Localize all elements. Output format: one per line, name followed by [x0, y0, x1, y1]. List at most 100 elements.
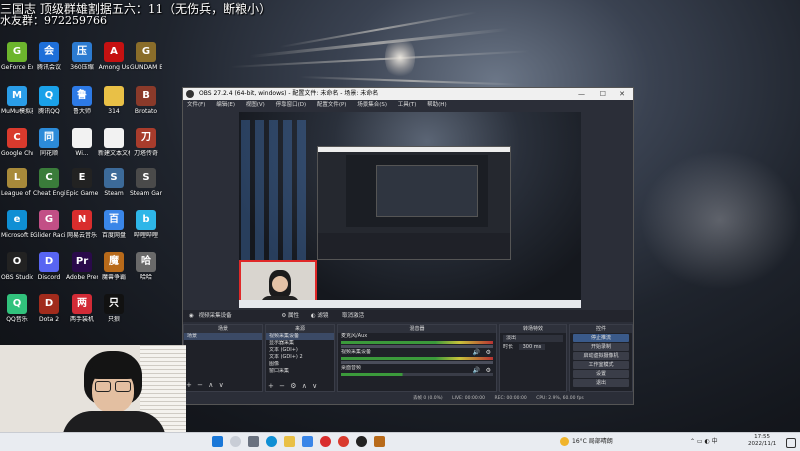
- game-icon[interactable]: [374, 436, 385, 447]
- source-item[interactable]: 文本 (GDI+): [266, 347, 334, 354]
- settings-gear-icon[interactable]: ⚙: [486, 367, 491, 374]
- volume-slider[interactable]: [341, 345, 493, 348]
- desktop-icon[interactable]: e Microsoft Edge: [1, 210, 33, 239]
- speaker-icon[interactable]: 🔊: [473, 367, 480, 374]
- desktop-icon[interactable]: L League of Legends: [1, 168, 33, 197]
- add-scene-button[interactable]: +: [186, 381, 192, 389]
- desktop-icon[interactable]: M MuMu模拟器: [1, 86, 33, 115]
- clock[interactable]: 17:55 2022/11/1: [748, 434, 776, 448]
- desktop-icon[interactable]: G Glider Racing: [33, 210, 65, 239]
- obs-icon[interactable]: [356, 436, 367, 447]
- desktop-icon[interactable]: E Epic Games: [66, 168, 98, 197]
- menu-tools[interactable]: 工具(T): [398, 102, 417, 108]
- deactivate-button[interactable]: 取消激活: [342, 313, 364, 319]
- virtual-camera-button[interactable]: 启动虚拟摄像机: [573, 352, 629, 360]
- edge-icon[interactable]: [266, 436, 277, 447]
- settings-button[interactable]: 设置: [573, 370, 629, 378]
- settings-gear-icon[interactable]: ⚙: [486, 349, 491, 356]
- menu-file[interactable]: 文件(F): [187, 102, 205, 108]
- source-toolbar: ◉ 视频采集设备 ⚙ 属性 ◐ 滤镜 取消激活: [183, 310, 633, 322]
- desktop-icon[interactable]: G GUNDAM EVOLUTION: [130, 42, 162, 71]
- volume-meter: [341, 341, 493, 344]
- obs-preview[interactable]: [239, 112, 581, 308]
- add-source-button[interactable]: +: [268, 382, 274, 390]
- file-explorer-icon[interactable]: [284, 436, 295, 447]
- start-recording-button[interactable]: 开始录制: [573, 343, 629, 351]
- desktop-icon[interactable]: 新建文本文档: [98, 128, 130, 157]
- scene-item[interactable]: 场景: [184, 333, 262, 340]
- maximize-button[interactable]: ☐: [600, 88, 606, 100]
- weather-icon[interactable]: [560, 437, 569, 446]
- tray-icons[interactable]: ⌃ ▭ ◐ 中: [690, 433, 718, 451]
- minimize-button[interactable]: —: [578, 88, 585, 100]
- move-down-icon[interactable]: ∨: [312, 382, 317, 390]
- desktop-icon[interactable]: Q 腾讯QQ: [33, 86, 65, 115]
- desktop-icon[interactable]: Pr Adobe Premiere: [66, 252, 98, 281]
- menu-edit[interactable]: 编辑(E): [216, 102, 235, 108]
- remove-scene-button[interactable]: −: [197, 381, 203, 389]
- notification-icon[interactable]: [786, 438, 796, 448]
- exit-button[interactable]: 退出: [573, 379, 629, 387]
- menu-docks[interactable]: 停靠窗口(D): [276, 102, 307, 108]
- desktop-icon[interactable]: D Discord: [33, 252, 65, 281]
- task-view-icon[interactable]: [248, 436, 259, 447]
- desktop-icon[interactable]: Q QQ音乐: [1, 294, 33, 323]
- store-icon[interactable]: [302, 436, 313, 447]
- studio-mode-button[interactable]: 工作室模式: [573, 361, 629, 369]
- close-button[interactable]: ✕: [619, 88, 625, 100]
- desktop-icon[interactable]: 两两手装机: [66, 294, 98, 323]
- transition-select[interactable]: 淡出: [503, 335, 563, 342]
- desktop-icon[interactable]: A Among Us: [98, 42, 130, 71]
- desktop-icon[interactable]: O OBS Studio: [1, 252, 33, 281]
- desktop-icon[interactable]: G GeForce Experience: [1, 42, 33, 71]
- speaker-icon[interactable]: 🔊: [473, 349, 480, 356]
- source-item[interactable]: 文本 (GDI+) 2: [266, 354, 334, 361]
- desktop-icon[interactable]: 哈哈哈: [130, 252, 162, 281]
- source-item[interactable]: 图像: [266, 361, 334, 368]
- desktop-icon[interactable]: 压 360压缩: [66, 42, 98, 71]
- menu-help[interactable]: 帮助(H): [427, 102, 446, 108]
- desktop-icon[interactable]: N 网易云音乐: [66, 210, 98, 239]
- desktop-icon[interactable]: 百百度网盘: [98, 210, 130, 239]
- desktop-icon[interactable]: C Google Chrome: [1, 128, 33, 157]
- volume-slider[interactable]: [341, 361, 493, 364]
- menu-view[interactable]: 视图(V): [246, 102, 265, 108]
- chrome-icon[interactable]: [338, 436, 349, 447]
- move-down-icon[interactable]: ∨: [219, 381, 224, 389]
- nested-obs-window: [317, 146, 511, 260]
- duration-input[interactable]: 300 ms: [518, 344, 546, 350]
- source-item[interactable]: 显示器采集: [266, 340, 334, 347]
- source-item[interactable]: 窗口采集: [266, 368, 334, 375]
- mixer-dock: 混音器 麦克风/Aux 视频采集设备 桌面音频 🔊 ⚙ 🔊 ⚙: [337, 324, 497, 392]
- desktop-icon[interactable]: 魔魔兽争霸: [98, 252, 130, 281]
- desktop-icon[interactable]: 314: [98, 86, 130, 115]
- desktop-icon[interactable]: C Cheat Engine: [33, 168, 65, 197]
- desktop-icon[interactable]: b 哔哩哔哩: [130, 210, 162, 239]
- stop-streaming-button[interactable]: 停止推流: [573, 334, 629, 342]
- desktop-icon[interactable]: S Steam: [98, 168, 130, 197]
- menu-scene-collection[interactable]: 场景集合(S): [357, 102, 387, 108]
- move-up-icon[interactable]: ∧: [302, 382, 307, 390]
- desktop-icon[interactable]: 只只狼: [98, 294, 130, 323]
- desktop-icon[interactable]: 同同花顺: [33, 128, 65, 157]
- remove-source-button[interactable]: −: [279, 382, 285, 390]
- desktop-icon[interactable]: S Steam Games: [130, 168, 162, 197]
- move-up-icon[interactable]: ∧: [208, 381, 213, 389]
- source-item[interactable]: 视频采集设备: [266, 333, 334, 340]
- filters-button[interactable]: ◐ 滤镜: [311, 313, 329, 319]
- menu-profile[interactable]: 配置文件(P): [317, 102, 347, 108]
- weather-text[interactable]: 16°C 局部晴朗: [572, 433, 613, 451]
- sekiro-icon: 只: [104, 294, 124, 314]
- desktop-icon[interactable]: D Dota 2: [33, 294, 65, 323]
- desktop-icon[interactable]: Wi...: [66, 128, 98, 157]
- desktop-icon[interactable]: 会腾讯会议: [33, 42, 65, 71]
- desktop-icon[interactable]: 刀刀塔传奇: [130, 128, 162, 157]
- rec-timer: REC: 00:00:00: [494, 396, 527, 401]
- source-settings-icon[interactable]: ⚙: [290, 382, 296, 390]
- desktop-icon[interactable]: B Brotato: [130, 86, 162, 115]
- desktop-icon[interactable]: 鲁鲁大师: [66, 86, 98, 115]
- netease-music-icon[interactable]: [320, 436, 331, 447]
- properties-button[interactable]: ⚙ 属性: [281, 313, 299, 319]
- start-button[interactable]: [212, 436, 223, 447]
- search-icon[interactable]: [230, 436, 241, 447]
